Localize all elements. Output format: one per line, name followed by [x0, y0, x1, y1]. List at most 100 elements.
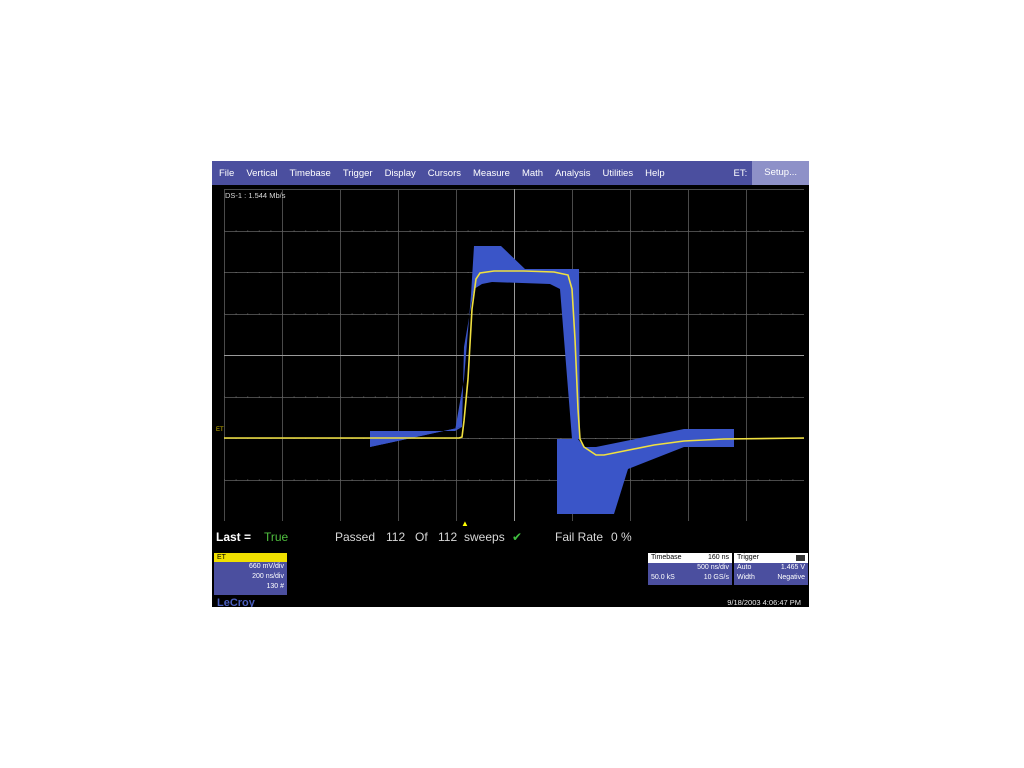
grid-dot — [328, 272, 330, 273]
channel-ground-marker: ET — [216, 427, 224, 433]
grid-dot — [456, 272, 457, 273]
grid-dot — [711, 272, 713, 273]
grid-dot — [769, 230, 771, 232]
setup-button[interactable]: Setup... — [752, 161, 809, 185]
grid-dot — [316, 396, 318, 398]
grid-dot — [618, 272, 620, 273]
timestamp: 9/18/2003 4:06:47 PM — [727, 598, 801, 607]
menu-utilities[interactable]: Utilities — [596, 168, 639, 179]
grid-dot — [235, 479, 237, 481]
grid-dot — [258, 313, 260, 315]
grid-dot — [316, 230, 318, 232]
grid-dot — [398, 396, 399, 398]
grid-dot — [374, 396, 376, 398]
grid-dot — [688, 396, 689, 398]
grid-dot — [537, 230, 539, 232]
grid-dot — [595, 272, 597, 273]
grid-dot — [270, 230, 272, 232]
grid-dot — [606, 438, 608, 439]
grid-dot — [641, 230, 643, 232]
timebase-samples: 50.0 kS — [651, 574, 675, 581]
grid-dot — [270, 272, 272, 273]
grid-dot — [641, 479, 643, 481]
grid-dot — [722, 396, 724, 398]
grid-dot — [490, 479, 492, 481]
mask-lower-edge — [370, 427, 462, 447]
grid-dot — [780, 313, 782, 315]
grid-dot — [305, 230, 307, 232]
grid-dot — [479, 230, 481, 232]
trigger-position-icon[interactable]: ▲ — [461, 519, 469, 528]
grid-dot — [560, 230, 562, 232]
grid-dot — [351, 230, 353, 232]
menu-display[interactable]: Display — [379, 168, 422, 179]
grid-dot — [746, 479, 747, 481]
menu-file[interactable]: File — [212, 168, 240, 179]
sweeps-label: sweeps — [464, 530, 505, 544]
grid-dot — [502, 396, 504, 398]
grid-dot — [374, 479, 376, 481]
grid-dot — [409, 272, 411, 273]
channel-name: ET — [214, 553, 287, 562]
menu-help[interactable]: Help — [639, 168, 671, 179]
menu-analysis[interactable]: Analysis — [549, 168, 596, 179]
grid-dot — [282, 479, 283, 481]
menu-vertical[interactable]: Vertical — [240, 168, 283, 179]
grid-dot — [676, 272, 678, 273]
grid-dot — [421, 396, 423, 398]
grid-dot — [467, 272, 469, 273]
grid-dot — [676, 313, 678, 315]
grid-dot — [224, 313, 225, 315]
grid-dot — [688, 230, 689, 232]
grid-dot — [757, 396, 759, 398]
grid-dot — [630, 272, 631, 273]
grid-dot — [746, 230, 747, 232]
trigger-label: Trigger — [737, 554, 759, 561]
grid-dot — [746, 396, 747, 398]
grid-dot — [711, 230, 713, 232]
menu-trigger[interactable]: Trigger — [337, 168, 379, 179]
grid-dot — [409, 313, 411, 315]
grid-dot — [699, 479, 701, 481]
grid-dot — [444, 313, 446, 315]
grid-dot — [270, 313, 272, 315]
grid-dot — [630, 396, 631, 398]
grid-dot — [456, 230, 457, 232]
grid-dot — [664, 313, 666, 315]
grid-dot — [467, 479, 469, 481]
grid-dot — [734, 272, 736, 273]
last-value: True — [264, 530, 289, 544]
grid-dot — [398, 313, 399, 315]
grid-dot — [525, 230, 527, 232]
menu-measure[interactable]: Measure — [467, 168, 516, 179]
grid-dot — [699, 272, 701, 273]
trigger-level: 1.465 V — [780, 564, 805, 571]
grid-dot — [467, 396, 469, 398]
grid-dot — [583, 396, 585, 398]
grid-dot — [792, 272, 794, 273]
menu-math[interactable]: Math — [516, 168, 549, 179]
grid-dot — [490, 313, 492, 315]
timebase-descriptor[interactable]: Timebase 160 ns 500 ns/div 50.0 kS 10 GS… — [648, 553, 732, 585]
grid-dot — [421, 272, 423, 273]
grid-dot — [456, 396, 457, 398]
grid-dot — [340, 396, 341, 398]
grid-dot — [247, 230, 249, 232]
grid-dot — [374, 230, 376, 232]
grid-dot — [780, 230, 782, 232]
grid-dot — [421, 230, 423, 232]
menu-timebase[interactable]: Timebase — [283, 168, 336, 179]
grid-dot — [235, 272, 237, 273]
grid-dot — [247, 396, 249, 398]
grid-dot — [653, 230, 655, 232]
grid-dot — [456, 313, 457, 315]
grid-dot — [363, 396, 365, 398]
menu-bar: File Vertical Timebase Trigger Display C… — [212, 161, 809, 185]
grid-dot — [757, 230, 759, 232]
menu-cursors[interactable]: Cursors — [422, 168, 467, 179]
grid-dot — [316, 272, 318, 273]
channel-descriptor[interactable]: ET 660 mV/div 200 ns/div 130 # — [214, 553, 287, 595]
trigger-descriptor[interactable]: Trigger Auto 1.465 V Width Negative — [734, 553, 808, 585]
fail-rate-label: Fail Rate — [555, 530, 604, 544]
grid-dot — [235, 230, 237, 232]
